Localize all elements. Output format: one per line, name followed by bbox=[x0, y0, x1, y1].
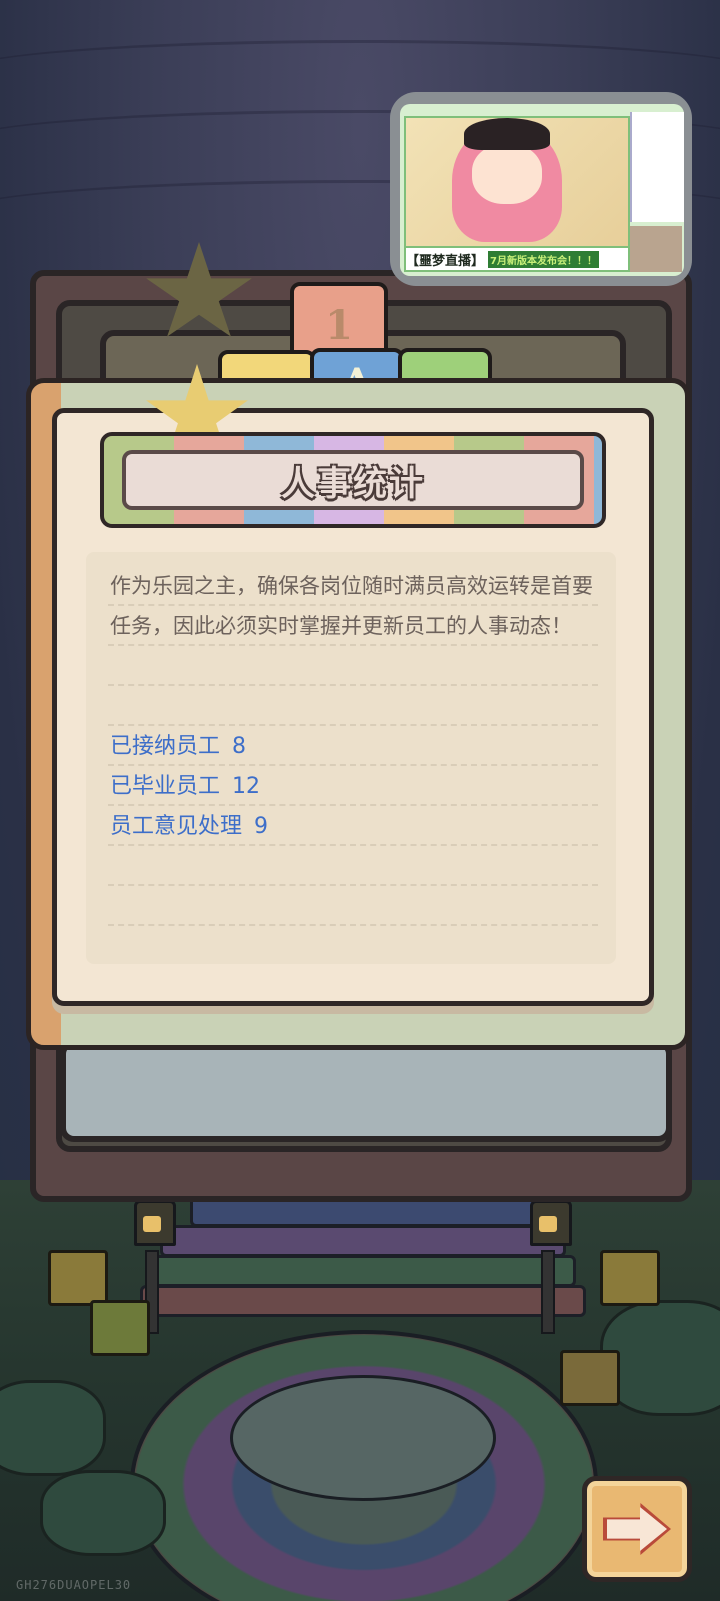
crate bbox=[90, 1300, 150, 1356]
ruled-line bbox=[108, 724, 598, 726]
stat-label: 已接纳员工 bbox=[110, 734, 221, 759]
stat-label: 已毕业员工 bbox=[110, 774, 221, 799]
stat-accepted-staff: 已接纳员工 8 bbox=[110, 728, 246, 760]
arrow-right-icon bbox=[607, 1507, 667, 1551]
stream-chat-panel bbox=[630, 112, 684, 222]
stat-graduated-staff: 已毕业员工 12 bbox=[110, 768, 260, 800]
ruled-line bbox=[108, 924, 598, 926]
bush bbox=[40, 1470, 166, 1556]
ruled-line bbox=[108, 804, 598, 806]
title-plate: 人事统计 bbox=[122, 450, 584, 510]
ruled-line bbox=[108, 684, 598, 686]
caption-left: 【噩梦 bbox=[406, 253, 446, 269]
stream-caption: 【噩梦 直播】 7月新版本发布会！！！ bbox=[404, 246, 630, 272]
crate bbox=[560, 1350, 620, 1406]
character-hat bbox=[464, 118, 550, 150]
streamer-camera bbox=[630, 226, 682, 272]
crate bbox=[600, 1250, 660, 1306]
number-block-label: 1 bbox=[325, 301, 353, 349]
plaza-plaque bbox=[230, 1375, 496, 1501]
crate bbox=[48, 1250, 108, 1306]
dialog-title: 人事统计 bbox=[281, 463, 425, 504]
stair-step bbox=[140, 1285, 586, 1317]
caption-highlight: 7月新版本发布会！！！ bbox=[488, 250, 599, 268]
caption-right: 直播】 bbox=[445, 253, 485, 269]
ruled-line bbox=[108, 764, 598, 766]
game-scene: 1 A 人事统计 作为乐园之主，确保各岗位随时满员高效运转是首要任务，因此必须实… bbox=[0, 0, 720, 1601]
next-button[interactable] bbox=[582, 1476, 692, 1582]
ruled-line bbox=[108, 844, 598, 846]
stair-step bbox=[160, 1225, 566, 1257]
watermark: GH276DUAOPEL30 bbox=[16, 1578, 132, 1592]
stat-label: 员工意见处理 bbox=[110, 814, 243, 839]
dialog-description: 作为乐园之主，确保各岗位随时满员高效运转是首要任务，因此必须实时掌握并更新员工的… bbox=[110, 574, 593, 638]
stat-value: 9 bbox=[254, 814, 269, 839]
stat-value: 12 bbox=[232, 774, 261, 799]
stacked-frame-bottom bbox=[60, 1040, 672, 1142]
street-lamp bbox=[530, 1200, 572, 1334]
bush bbox=[0, 1380, 106, 1476]
stat-feedback-handled: 员工意见处理 9 bbox=[110, 808, 268, 840]
ruled-line bbox=[108, 884, 598, 886]
character-face bbox=[472, 144, 542, 204]
stat-value: 8 bbox=[232, 734, 247, 759]
stair-step bbox=[150, 1255, 576, 1287]
